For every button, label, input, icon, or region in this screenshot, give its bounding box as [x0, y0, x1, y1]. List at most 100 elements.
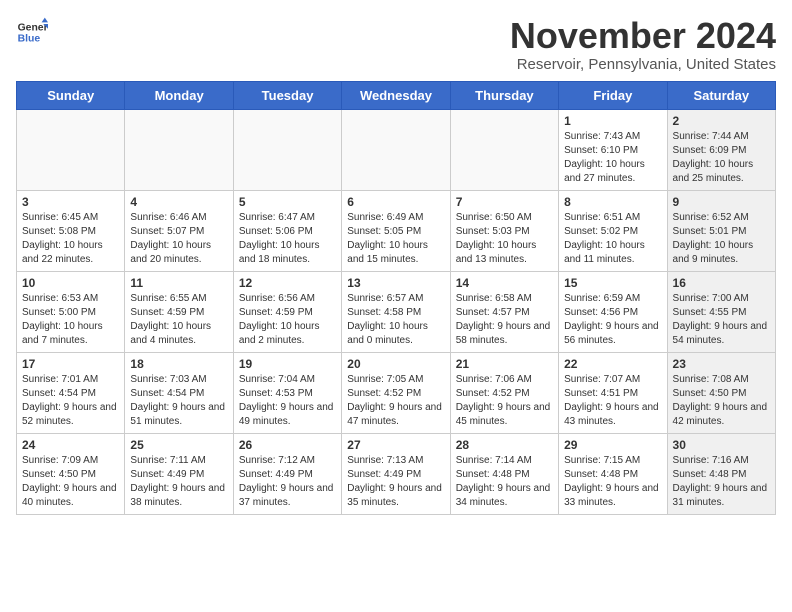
- day-info: Sunrise: 7:16 AMSunset: 4:48 PMDaylight:…: [673, 454, 770, 510]
- day-number: 2: [673, 114, 770, 128]
- weekday-header-saturday: Saturday: [667, 81, 775, 109]
- day-number: 30: [673, 438, 770, 452]
- calendar-day-16: 16Sunrise: 7:00 AMSunset: 4:55 PMDayligh…: [667, 271, 775, 352]
- day-info: Sunrise: 6:50 AMSunset: 5:03 PMDaylight:…: [456, 211, 553, 267]
- calendar-empty-cell: [125, 109, 233, 190]
- day-number: 19: [239, 357, 336, 371]
- day-info: Sunrise: 6:58 AMSunset: 4:57 PMDaylight:…: [456, 292, 553, 348]
- logo-icon: General Blue: [16, 16, 48, 48]
- day-info: Sunrise: 6:51 AMSunset: 5:02 PMDaylight:…: [564, 211, 661, 267]
- day-info: Sunrise: 6:45 AMSunset: 5:08 PMDaylight:…: [22, 211, 119, 267]
- day-info: Sunrise: 7:13 AMSunset: 4:49 PMDaylight:…: [347, 454, 444, 510]
- day-info: Sunrise: 7:00 AMSunset: 4:55 PMDaylight:…: [673, 292, 770, 348]
- day-number: 24: [22, 438, 119, 452]
- day-info: Sunrise: 7:08 AMSunset: 4:50 PMDaylight:…: [673, 373, 770, 429]
- day-number: 25: [130, 438, 227, 452]
- day-info: Sunrise: 7:11 AMSunset: 4:49 PMDaylight:…: [130, 454, 227, 510]
- day-number: 6: [347, 195, 444, 209]
- day-number: 4: [130, 195, 227, 209]
- logo: General Blue: [16, 16, 48, 48]
- day-info: Sunrise: 6:46 AMSunset: 5:07 PMDaylight:…: [130, 211, 227, 267]
- calendar-header-row: SundayMondayTuesdayWednesdayThursdayFrid…: [17, 81, 776, 109]
- title-block: November 2024 Reservoir, Pennsylvania, U…: [510, 16, 776, 73]
- day-number: 11: [130, 276, 227, 290]
- day-info: Sunrise: 7:09 AMSunset: 4:50 PMDaylight:…: [22, 454, 119, 510]
- calendar-day-19: 19 Sunrise: 7:04 AMSunset: 4:53 PMDayligh…: [233, 352, 341, 433]
- calendar-empty-cell: [450, 109, 558, 190]
- day-info: Sunrise: 7:07 AMSunset: 4:51 PMDaylight:…: [564, 373, 661, 429]
- day-info: Sunrise: 7:04 AMSunset: 4:53 PMDaylight:…: [239, 373, 336, 429]
- calendar-day-23: 23Sunrise: 7:08 AMSunset: 4:50 PMDayligh…: [667, 352, 775, 433]
- calendar-week-row: 3 Sunrise: 6:45 AMSunset: 5:08 PMDaylight…: [17, 190, 776, 271]
- calendar-day-8: 8 Sunrise: 6:51 AMSunset: 5:02 PMDaylight…: [559, 190, 667, 271]
- weekday-header-wednesday: Wednesday: [342, 81, 450, 109]
- day-number: 21: [456, 357, 553, 371]
- calendar-day-18: 18 Sunrise: 7:03 AMSunset: 4:54 PMDayligh…: [125, 352, 233, 433]
- calendar-day-30: 30 Sunrise: 7:16 AMSunset: 4:48 PMDayligh…: [667, 433, 775, 514]
- day-info: Sunrise: 7:03 AMSunset: 4:54 PMDaylight:…: [130, 373, 227, 429]
- calendar-week-row: 10 Sunrise: 6:53 AMSunset: 5:00 PMDayligh…: [17, 271, 776, 352]
- calendar-day-5: 5Sunrise: 6:47 AMSunset: 5:06 PMDaylight…: [233, 190, 341, 271]
- day-number: 10: [22, 276, 119, 290]
- calendar-week-row: 24 Sunrise: 7:09 AMSunset: 4:50 PMDayligh…: [17, 433, 776, 514]
- weekday-header-monday: Monday: [125, 81, 233, 109]
- calendar-day-1: 1 Sunrise: 7:43 AMSunset: 6:10 PMDaylight…: [559, 109, 667, 190]
- day-number: 22: [564, 357, 661, 371]
- day-number: 28: [456, 438, 553, 452]
- calendar: SundayMondayTuesdayWednesdayThursdayFrid…: [16, 81, 776, 515]
- calendar-empty-cell: [17, 109, 125, 190]
- svg-text:Blue: Blue: [18, 34, 41, 45]
- weekday-header-tuesday: Tuesday: [233, 81, 341, 109]
- calendar-empty-cell: [342, 109, 450, 190]
- calendar-day-13: 13Sunrise: 6:57 AMSunset: 4:58 PMDayligh…: [342, 271, 450, 352]
- calendar-day-17: 17 Sunrise: 7:01 AMSunset: 4:54 PMDayligh…: [17, 352, 125, 433]
- weekday-header-friday: Friday: [559, 81, 667, 109]
- calendar-day-11: 11Sunrise: 6:55 AMSunset: 4:59 PMDayligh…: [125, 271, 233, 352]
- day-number: 1: [564, 114, 661, 128]
- weekday-header-thursday: Thursday: [450, 81, 558, 109]
- header: General Blue November 2024 Reservoir, Pe…: [16, 16, 776, 73]
- day-number: 26: [239, 438, 336, 452]
- weekday-header-sunday: Sunday: [17, 81, 125, 109]
- day-info: Sunrise: 7:43 AMSunset: 6:10 PMDaylight:…: [564, 130, 661, 186]
- calendar-day-24: 24 Sunrise: 7:09 AMSunset: 4:50 PMDayligh…: [17, 433, 125, 514]
- calendar-day-21: 21 Sunrise: 7:06 AMSunset: 4:52 PMDayligh…: [450, 352, 558, 433]
- day-number: 17: [22, 357, 119, 371]
- day-number: 20: [347, 357, 444, 371]
- calendar-day-14: 14 Sunrise: 6:58 AMSunset: 4:57 PMDayligh…: [450, 271, 558, 352]
- calendar-week-row: 17 Sunrise: 7:01 AMSunset: 4:54 PMDayligh…: [17, 352, 776, 433]
- day-info: Sunrise: 6:53 AMSunset: 5:00 PMDaylight:…: [22, 292, 119, 348]
- day-number: 14: [456, 276, 553, 290]
- calendar-day-27: 27 Sunrise: 7:13 AMSunset: 4:49 PMDayligh…: [342, 433, 450, 514]
- calendar-day-15: 15Sunrise: 6:59 AMSunset: 4:56 PMDayligh…: [559, 271, 667, 352]
- day-info: Sunrise: 7:06 AMSunset: 4:52 PMDaylight:…: [456, 373, 553, 429]
- calendar-empty-cell: [233, 109, 341, 190]
- calendar-day-25: 25 Sunrise: 7:11 AMSunset: 4:49 PMDayligh…: [125, 433, 233, 514]
- day-number: 8: [564, 195, 661, 209]
- day-number: 13: [347, 276, 444, 290]
- calendar-day-22: 22 Sunrise: 7:07 AMSunset: 4:51 PMDayligh…: [559, 352, 667, 433]
- calendar-day-6: 6Sunrise: 6:49 AMSunset: 5:05 PMDaylight…: [342, 190, 450, 271]
- calendar-day-20: 20 Sunrise: 7:05 AMSunset: 4:52 PMDayligh…: [342, 352, 450, 433]
- calendar-day-7: 7Sunrise: 6:50 AMSunset: 5:03 PMDaylight…: [450, 190, 558, 271]
- day-info: Sunrise: 7:12 AMSunset: 4:49 PMDaylight:…: [239, 454, 336, 510]
- day-info: Sunrise: 6:52 AMSunset: 5:01 PMDaylight:…: [673, 211, 770, 267]
- location: Reservoir, Pennsylvania, United States: [510, 56, 776, 73]
- calendar-day-4: 4 Sunrise: 6:46 AMSunset: 5:07 PMDaylight…: [125, 190, 233, 271]
- calendar-day-26: 26 Sunrise: 7:12 AMSunset: 4:49 PMDayligh…: [233, 433, 341, 514]
- day-info: Sunrise: 7:01 AMSunset: 4:54 PMDaylight:…: [22, 373, 119, 429]
- day-number: 9: [673, 195, 770, 209]
- month-title: November 2024: [510, 16, 776, 56]
- day-number: 27: [347, 438, 444, 452]
- calendar-day-10: 10 Sunrise: 6:53 AMSunset: 5:00 PMDayligh…: [17, 271, 125, 352]
- day-number: 3: [22, 195, 119, 209]
- calendar-day-2: 2 Sunrise: 7:44 AMSunset: 6:09 PMDaylight…: [667, 109, 775, 190]
- day-info: Sunrise: 7:14 AMSunset: 4:48 PMDaylight:…: [456, 454, 553, 510]
- day-number: 12: [239, 276, 336, 290]
- calendar-week-row: 1 Sunrise: 7:43 AMSunset: 6:10 PMDaylight…: [17, 109, 776, 190]
- day-number: 18: [130, 357, 227, 371]
- day-info: Sunrise: 7:05 AMSunset: 4:52 PMDaylight:…: [347, 373, 444, 429]
- day-info: Sunrise: 7:44 AMSunset: 6:09 PMDaylight:…: [673, 130, 770, 186]
- calendar-day-29: 29Sunrise: 7:15 AMSunset: 4:48 PMDayligh…: [559, 433, 667, 514]
- day-number: 5: [239, 195, 336, 209]
